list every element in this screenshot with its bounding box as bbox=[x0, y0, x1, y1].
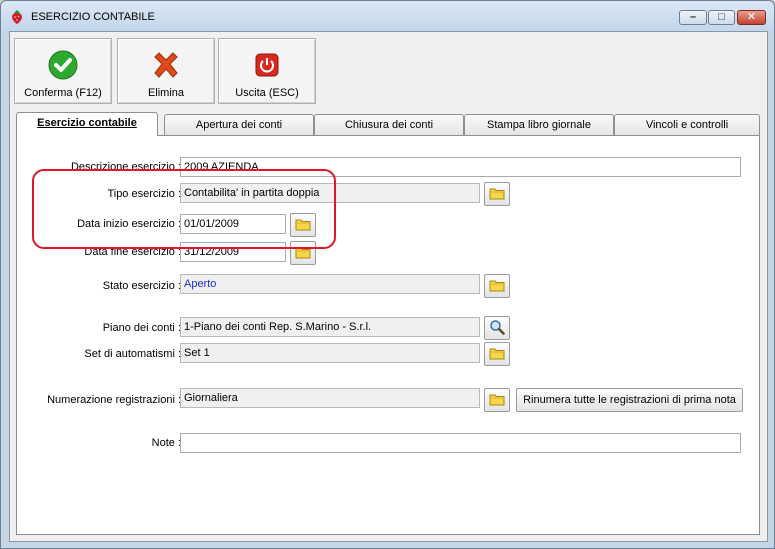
tipo-field[interactable]: Contabilita' in partita doppia bbox=[180, 183, 480, 203]
tab-panel: Descrizione esercizio : 2009 AZIENDA Tip… bbox=[16, 135, 760, 535]
folder-icon bbox=[295, 245, 311, 262]
data-fine-field[interactable]: 31/12/2009 bbox=[180, 242, 286, 262]
stato-label: Stato esercizio : bbox=[102, 280, 181, 292]
close-button[interactable]: ✕ bbox=[737, 10, 766, 25]
maximize-button[interactable]: □ bbox=[708, 10, 735, 25]
folder-icon bbox=[489, 392, 505, 409]
tab-strip: Esercizio contabile Apertura dei conti C… bbox=[16, 112, 760, 136]
delete-label: Elimina bbox=[147, 87, 185, 99]
tab-apertura-dei-conti[interactable]: Apertura dei conti bbox=[164, 114, 314, 135]
automatismi-browse-button[interactable] bbox=[484, 342, 510, 366]
numerazione-field[interactable]: Giornaliera bbox=[180, 388, 480, 408]
piano-label: Piano dei conti : bbox=[102, 322, 181, 334]
folder-icon bbox=[489, 346, 505, 363]
confirm-label: Conferma (F12) bbox=[24, 87, 102, 99]
tipo-label: Tipo esercizio : bbox=[107, 188, 181, 200]
numerazione-browse-button[interactable] bbox=[484, 388, 510, 412]
minimize-icon: – bbox=[689, 11, 697, 23]
confirm-button[interactable]: Conferma (F12) bbox=[14, 38, 112, 104]
descrizione-field[interactable]: 2009 AZIENDA bbox=[180, 157, 741, 177]
folder-icon bbox=[489, 278, 505, 295]
title-bar: ESERCIZIO CONTABILE – □ ✕ bbox=[1, 1, 774, 31]
piano-field[interactable]: 1-Piano dei conti Rep. S.Marino - S.r.l. bbox=[180, 317, 480, 337]
delete-x-icon bbox=[118, 49, 214, 81]
automatismi-field[interactable]: Set 1 bbox=[180, 343, 480, 363]
tab-stampa-libro-giornale[interactable]: Stampa libro giornale bbox=[464, 114, 614, 135]
note-field[interactable] bbox=[180, 433, 741, 453]
magnifier-icon bbox=[489, 319, 505, 338]
delete-button[interactable]: Elimina bbox=[117, 38, 215, 104]
stato-field[interactable]: Aperto bbox=[180, 274, 480, 294]
stato-browse-button[interactable] bbox=[484, 274, 510, 298]
tab-chiusura-dei-conti[interactable]: Chiusura dei conti bbox=[314, 114, 464, 135]
power-icon bbox=[219, 49, 315, 81]
strawberry-icon bbox=[9, 9, 25, 25]
data-fine-browse-button[interactable] bbox=[290, 241, 316, 265]
descrizione-label: Descrizione esercizio : bbox=[70, 161, 181, 173]
window-title: ESERCIZIO CONTABILE bbox=[31, 11, 155, 23]
tipo-browse-button[interactable] bbox=[484, 182, 510, 206]
piano-search-button[interactable] bbox=[484, 316, 510, 340]
automatismi-label: Set di automatismi : bbox=[84, 348, 181, 360]
client-area: Conferma (F12) Elimina Uscita (ESC) Eser… bbox=[9, 31, 768, 542]
data-inizio-field[interactable]: 01/01/2009 bbox=[180, 214, 286, 234]
data-fine-label: Data fine esercizio : bbox=[84, 246, 181, 258]
exit-label: Uscita (ESC) bbox=[235, 87, 299, 99]
close-icon: ✕ bbox=[746, 11, 757, 23]
maximize-icon: □ bbox=[718, 11, 725, 23]
folder-icon bbox=[489, 186, 505, 203]
folder-icon bbox=[295, 217, 311, 234]
data-inizio-browse-button[interactable] bbox=[290, 213, 316, 237]
note-label: Note : bbox=[151, 437, 181, 449]
minimize-button[interactable]: – bbox=[679, 10, 707, 25]
check-icon bbox=[15, 49, 111, 81]
tab-esercizio-contabile[interactable]: Esercizio contabile bbox=[16, 112, 158, 136]
numerazione-label: Numerazione registrazioni : bbox=[47, 394, 181, 406]
rinumera-button[interactable]: Rinumera tutte le registrazioni di prima… bbox=[516, 388, 743, 412]
app-window: ESERCIZIO CONTABILE – □ ✕ Conferma (F12)… bbox=[0, 0, 775, 549]
tab-vincoli-e-controlli[interactable]: Vincoli e controlli bbox=[614, 114, 760, 135]
data-inizio-label: Data inizio esercizio : bbox=[77, 218, 181, 230]
exit-button[interactable]: Uscita (ESC) bbox=[218, 38, 316, 104]
